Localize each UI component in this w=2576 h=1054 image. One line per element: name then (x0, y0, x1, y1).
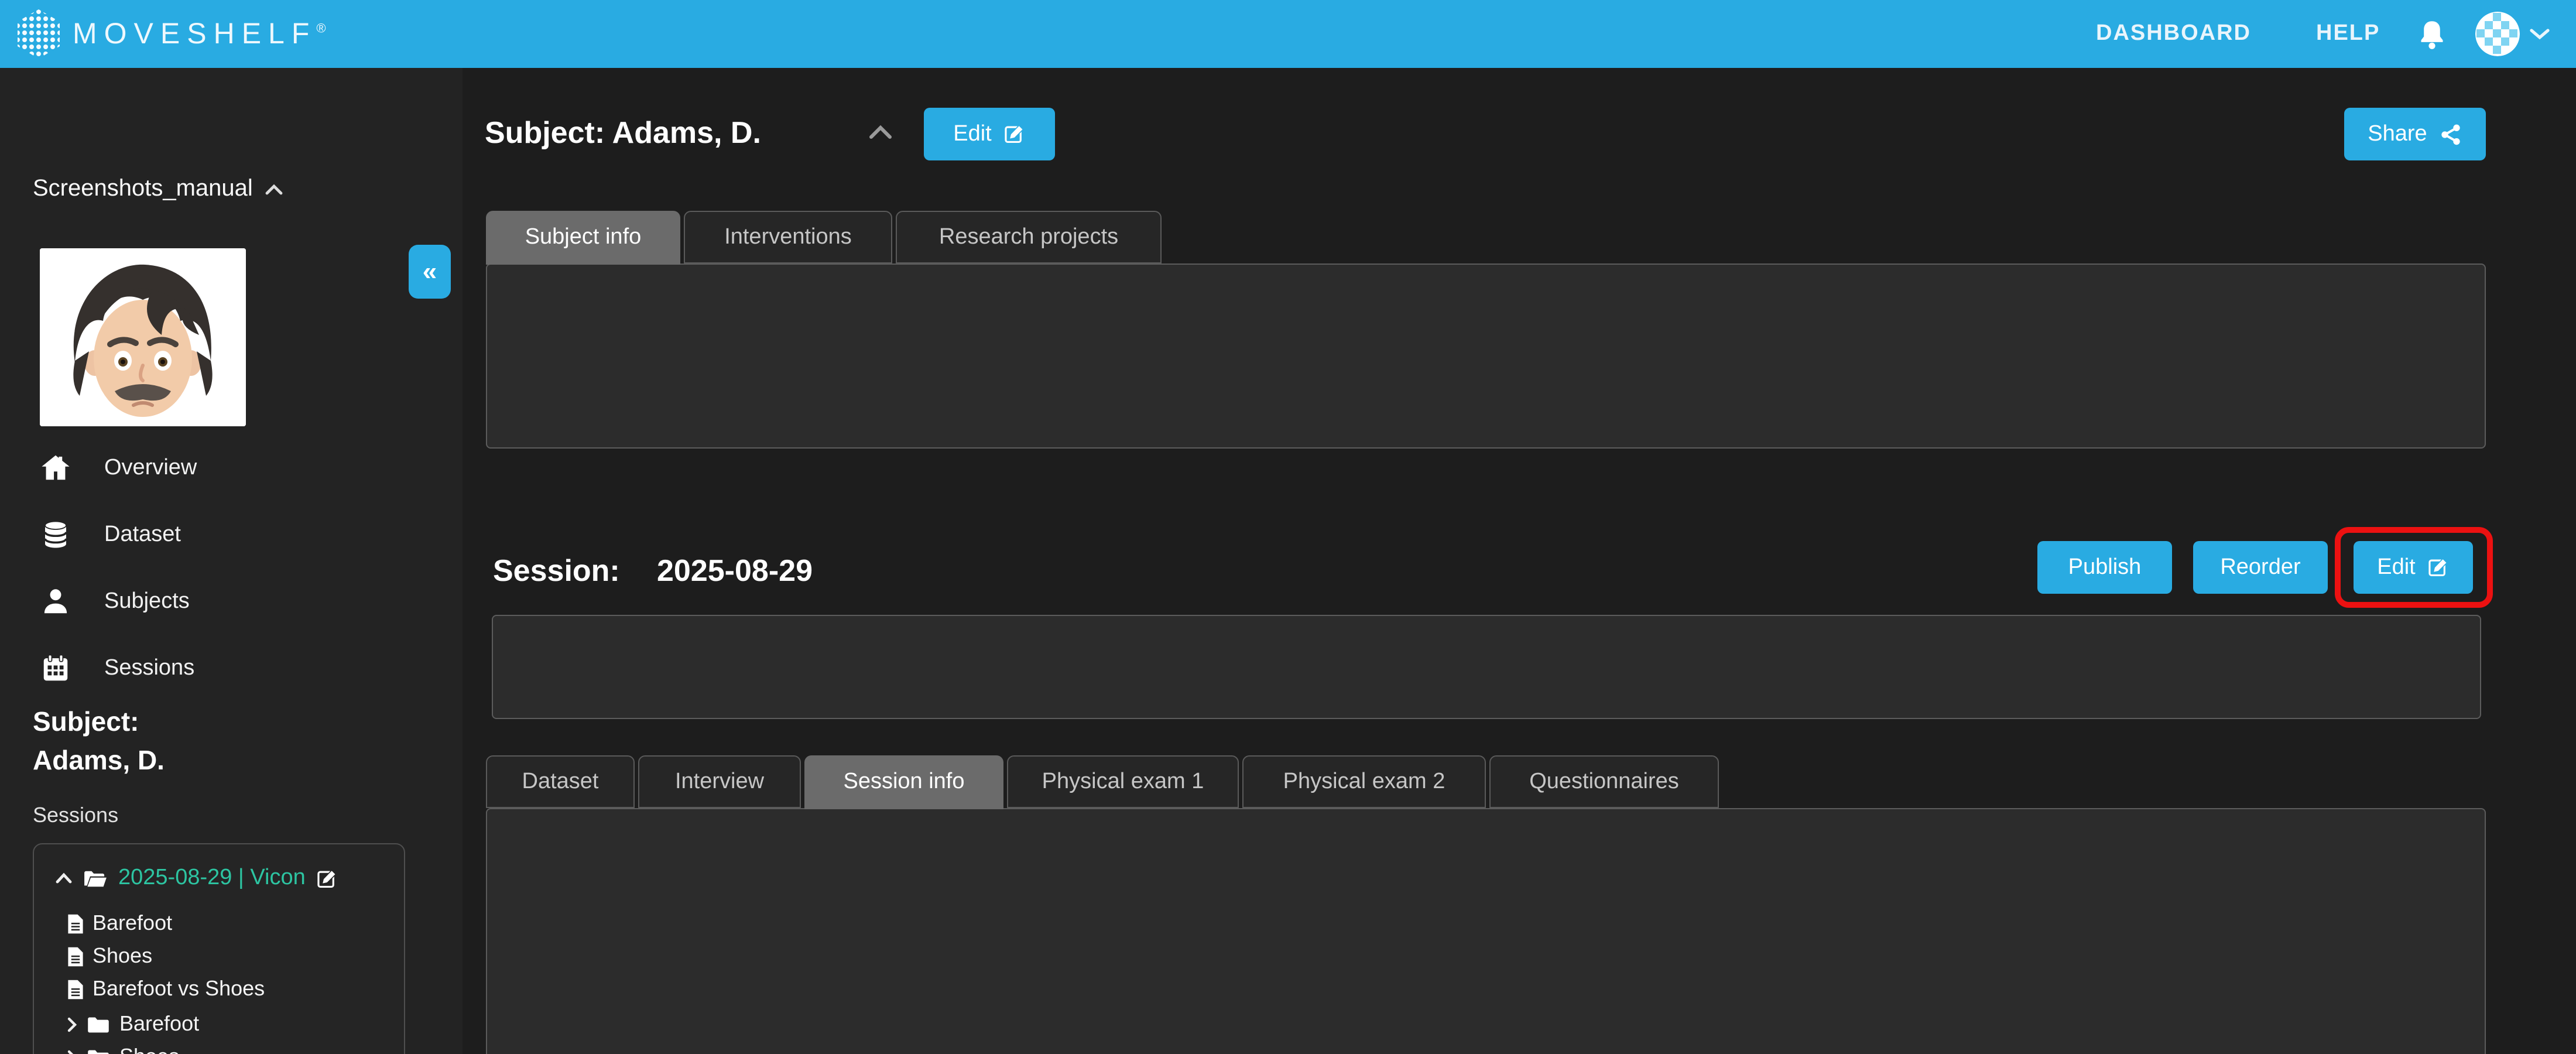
session-title-value: 2025-08-29 (657, 553, 813, 589)
sidebar-item-sessions[interactable]: Sessions (40, 652, 194, 684)
moveshelf-logo-icon[interactable] (14, 8, 63, 60)
session-info-panel (486, 808, 2486, 1054)
tab-label: Research projects (939, 224, 1118, 250)
session-title-label: Session: (493, 553, 620, 589)
subject-edit-button[interactable]: Edit (924, 108, 1055, 160)
sidebar-sessions-label: Sessions (33, 803, 118, 828)
document-icon (67, 978, 84, 1000)
document-icon (67, 913, 84, 934)
tab-dataset[interactable]: Dataset (486, 755, 635, 808)
sidebar-collapse-button[interactable]: « (409, 245, 451, 299)
share-nodes-icon (2439, 122, 2462, 146)
tab-label: Subject info (525, 225, 642, 251)
reorder-button[interactable]: Reorder (2193, 541, 2328, 594)
sidebar-item-label: Overview (104, 455, 197, 481)
sessions-tree: 2025-08-29 | Vicon Barefoot Shoes Barefo… (33, 843, 405, 1054)
subject-tabs: Subject info Interventions Research proj… (486, 211, 1162, 265)
person-icon (40, 586, 71, 617)
sidebar-item-label: Dataset (104, 522, 181, 547)
database-icon (40, 519, 71, 550)
tab-label: Session info (843, 769, 964, 795)
sidebar-item-overview[interactable]: Overview (40, 452, 197, 484)
open-folder-icon (83, 868, 108, 888)
tree-item-barefoot-vs-shoes[interactable]: Barefoot vs Shoes (67, 977, 265, 1001)
folder-icon (87, 1048, 110, 1054)
top-bar: MOVESHELF® DASHBOARD HELP (0, 0, 2576, 68)
chevron-right-icon[interactable] (67, 1049, 77, 1054)
tab-questionnaires[interactable]: Questionnaires (1489, 755, 1719, 808)
tab-session-info[interactable]: Session info (804, 755, 1003, 809)
reorder-button-label: Reorder (2220, 555, 2300, 580)
tab-label: Questionnaires (1529, 769, 1679, 795)
project-switcher[interactable]: Screenshots_manual (33, 176, 283, 203)
brand-name: MOVESHELF® (73, 18, 326, 52)
tab-label: Interview (675, 769, 764, 795)
account-chevron-down-icon[interactable] (2529, 27, 2550, 41)
publish-button-label: Publish (2068, 555, 2142, 580)
edit-pencil-square-icon (1003, 123, 1026, 145)
tree-session-row[interactable]: 2025-08-29 | Vicon (55, 865, 338, 891)
sidebar-item-label: Subjects (104, 588, 190, 614)
tab-research-projects[interactable]: Research projects (896, 211, 1162, 264)
edit-button-label: Edit (953, 121, 992, 147)
tab-interview[interactable]: Interview (638, 755, 801, 808)
tab-physical-exam-1[interactable]: Physical exam 1 (1007, 755, 1239, 808)
folder-icon (87, 1015, 110, 1034)
tab-physical-exam-2[interactable]: Physical exam 2 (1242, 755, 1486, 808)
project-collapse-caret-icon[interactable] (265, 183, 283, 195)
tree-session-link[interactable]: 2025-08-29 | Vicon (118, 865, 306, 891)
session-edit-button[interactable]: Edit (2354, 541, 2473, 594)
nav-help-link[interactable]: HELP (2316, 0, 2380, 68)
tree-folder-shoes[interactable]: Shoes (67, 1045, 179, 1054)
tree-folder-label: Barefoot (119, 1012, 199, 1036)
session-label-panel (492, 615, 2481, 719)
subject-photo[interactable] (40, 248, 246, 426)
tree-folder-barefoot[interactable]: Barefoot (67, 1012, 199, 1036)
app-window: MOVESHELF® DASHBOARD HELP (0, 0, 2576, 1054)
tree-item-label: Barefoot (93, 911, 172, 936)
tab-interventions[interactable]: Interventions (684, 211, 892, 264)
user-avatar[interactable] (2475, 12, 2520, 56)
sidebar-item-dataset[interactable]: Dataset (40, 519, 181, 550)
sidebar-subject-name: Adams, D. (33, 745, 165, 776)
share-button-label: Share (2368, 121, 2427, 147)
sidebar-item-label: Sessions (104, 655, 194, 681)
registered-mark: ® (316, 22, 326, 36)
collapse-caret-icon[interactable] (55, 872, 73, 884)
calendar-icon (40, 652, 71, 684)
publish-button[interactable]: Publish (2037, 541, 2172, 594)
home-icon (40, 452, 71, 484)
nav-dashboard-link[interactable]: DASHBOARD (2096, 0, 2251, 68)
project-name: Screenshots_manual (33, 176, 253, 203)
edit-button-label: Edit (2377, 555, 2416, 580)
subject-page-title: Subject: Adams, D. (485, 115, 761, 151)
sidebar-subject-label: Subject: (33, 706, 139, 738)
notifications-bell-icon[interactable] (2417, 19, 2447, 52)
session-tabs: Dataset Interview Session info Physical … (486, 755, 1719, 809)
tab-label: Dataset (522, 769, 599, 795)
edit-session-icon[interactable] (316, 867, 338, 889)
tab-subject-info[interactable]: Subject info (486, 211, 680, 265)
tree-item-barefoot[interactable]: Barefoot (67, 911, 172, 936)
subject-info-panel (486, 264, 2486, 449)
tree-item-shoes[interactable]: Shoes (67, 944, 152, 969)
subject-collapse-caret-icon[interactable] (868, 124, 893, 139)
tree-item-label: Barefoot vs Shoes (93, 977, 265, 1001)
share-button[interactable]: Share (2344, 108, 2486, 160)
tree-item-label: Shoes (93, 944, 152, 969)
sidebar-item-subjects[interactable]: Subjects (40, 586, 190, 617)
edit-pencil-square-icon (2427, 556, 2450, 579)
document-icon (67, 946, 84, 967)
sidebar: Screenshots_manual (0, 68, 463, 1054)
tab-label: Physical exam 2 (1283, 769, 1445, 795)
tree-folder-label: Shoes (119, 1045, 179, 1054)
tab-label: Interventions (724, 224, 852, 250)
chevron-right-icon[interactable] (67, 1016, 77, 1032)
tab-label: Physical exam 1 (1042, 769, 1204, 795)
